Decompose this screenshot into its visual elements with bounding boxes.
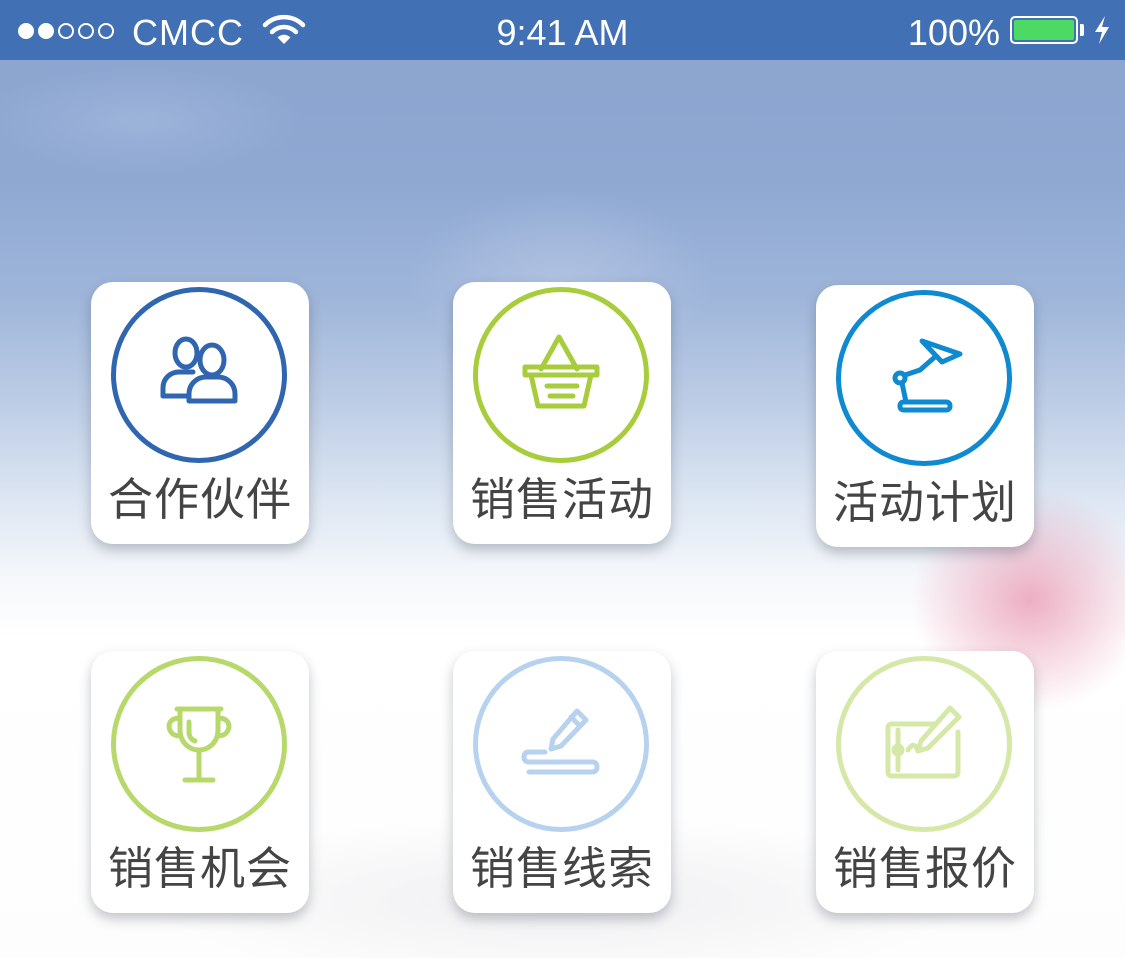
- menu-item-label: 活动计划: [832, 476, 1017, 529]
- desk-lamp-icon: [892, 338, 963, 413]
- battery-cap: [1080, 24, 1084, 36]
- status-bar: CMCC 9:41 AM 100%: [0, 0, 1125, 60]
- menu-item-label: 销售机会: [107, 842, 292, 895]
- menu-item-sales-activity[interactable]: 销售活动: [453, 282, 671, 544]
- shopping-basket-icon: [522, 334, 600, 409]
- menu-item-label: 销售报价: [832, 842, 1017, 895]
- charging-bolt-icon: [1095, 16, 1109, 44]
- carrier-name: CMCC: [132, 12, 244, 53]
- menu-item-sales-quote[interactable]: 销售报价: [816, 651, 1034, 913]
- battery-percentage: 100%: [907, 12, 1000, 53]
- pencil-icon: [521, 708, 600, 775]
- signal-strength-icon: [18, 20, 114, 42]
- menu-item-sales-leads[interactable]: 销售线索: [453, 651, 671, 913]
- trophy-icon: [166, 706, 232, 783]
- partners-icon: [160, 336, 238, 404]
- menu-item-label: 销售活动: [469, 473, 654, 526]
- menu-item-activity-plan[interactable]: 活动计划: [816, 285, 1034, 547]
- battery-icon: [1010, 16, 1078, 44]
- menu-item-partners[interactable]: 合作伙伴: [91, 282, 309, 544]
- wifi-icon: [262, 14, 306, 44]
- menu-item-sales-opportunity[interactable]: 销售机会: [91, 651, 309, 913]
- menu-item-label: 销售线索: [469, 842, 654, 895]
- menu-item-label: 合作伙伴: [107, 473, 292, 526]
- signature-pad-icon: [885, 705, 962, 779]
